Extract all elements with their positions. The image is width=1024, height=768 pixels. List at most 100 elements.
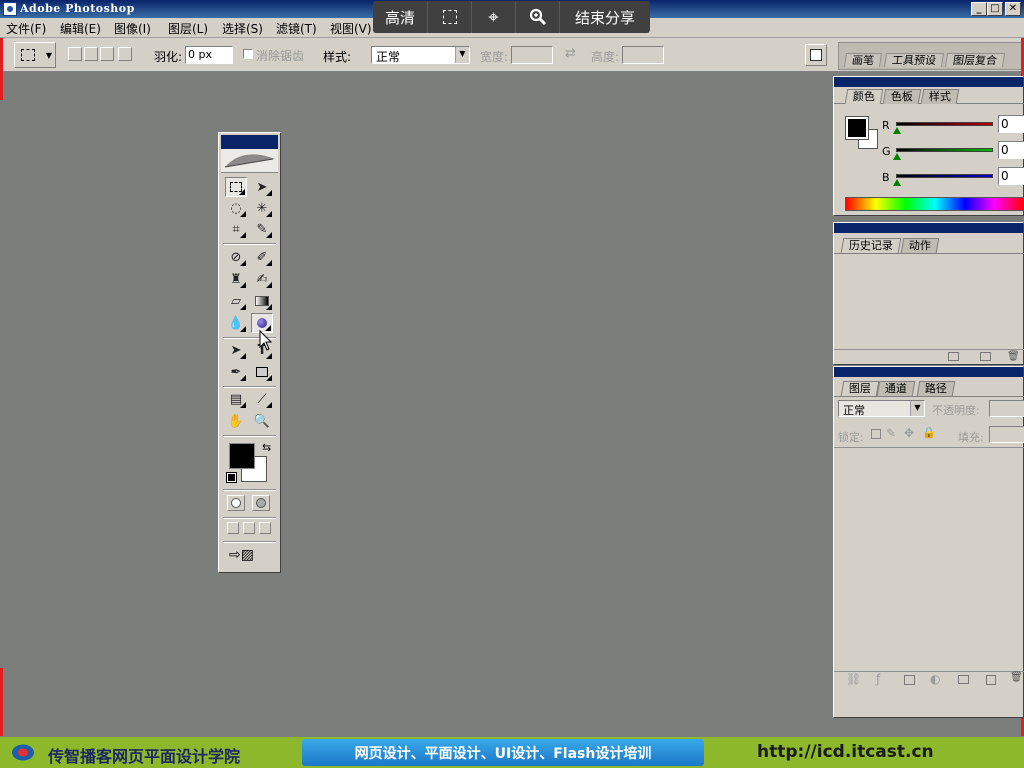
layer-style-icon[interactable]: ƒ	[876, 672, 880, 686]
height-input[interactable]	[622, 46, 664, 64]
standard-mode-button[interactable]	[227, 495, 245, 511]
hand-tool[interactable]: ✋	[225, 411, 247, 431]
feather-logo[interactable]	[221, 149, 278, 173]
menu-layer[interactable]: 图层(L)	[168, 20, 208, 37]
new-document-from-state-icon[interactable]	[948, 352, 959, 361]
rect-marquee-tool[interactable]	[225, 177, 247, 197]
channel-r-thumb[interactable]	[893, 127, 901, 134]
channel-g-slider[interactable]	[896, 148, 993, 152]
well-tab-tool-presets[interactable]: 工具预设	[884, 53, 944, 67]
add-selection-button[interactable]	[84, 47, 98, 61]
adjustment-layer-icon[interactable]: ◐	[930, 672, 940, 686]
menu-image[interactable]: 图像(I)	[114, 20, 151, 37]
new-group-icon[interactable]	[958, 675, 969, 684]
menu-select[interactable]: 选择(S)	[222, 20, 263, 37]
standard-screen-button[interactable]	[227, 522, 239, 534]
tab-color[interactable]: 颜色	[844, 89, 884, 104]
path-selection-tool[interactable]: ➤	[225, 340, 247, 360]
quick-mask-button[interactable]	[252, 495, 270, 511]
tab-swatches[interactable]: 色板	[882, 89, 922, 104]
pen-tool[interactable]: ✒	[225, 362, 247, 382]
imageready-jump-icon[interactable]: ⇨▨	[229, 547, 254, 563]
crop-tool[interactable]: ⌗	[225, 219, 247, 239]
intersect-selection-button[interactable]	[118, 47, 132, 61]
channel-r-slider[interactable]	[896, 122, 993, 126]
trash-icon[interactable]: 🗑	[1010, 672, 1023, 683]
quality-button[interactable]: 高清	[373, 1, 428, 33]
trash-icon[interactable]: 🗑	[1007, 351, 1020, 362]
rectangle-tool[interactable]	[251, 362, 273, 382]
history-panel-title-bar[interactable]	[834, 223, 1023, 233]
channel-b-slider[interactable]	[896, 174, 993, 178]
swap-icon[interactable]: ⇄	[565, 46, 576, 61]
brush-tool[interactable]: ✐	[251, 247, 273, 267]
tab-paths[interactable]: 路径	[916, 381, 956, 396]
channel-b-thumb[interactable]	[893, 179, 901, 186]
default-colors-icon[interactable]	[226, 472, 237, 483]
menu-file[interactable]: 文件(F)	[6, 20, 46, 37]
tab-actions[interactable]: 动作	[900, 238, 940, 253]
fill-input[interactable]	[989, 426, 1024, 443]
opacity-input[interactable]	[989, 400, 1024, 417]
clone-stamp-tool[interactable]: ♜	[225, 269, 247, 289]
lasso-tool[interactable]: ◌	[225, 198, 247, 218]
color-spectrum-ramp[interactable]	[845, 197, 1024, 211]
new-layer-icon[interactable]	[986, 675, 996, 685]
layers-panel-title-bar[interactable]	[834, 367, 1023, 377]
tab-layers[interactable]: 图层	[840, 381, 880, 396]
blend-mode-select[interactable]: 正常 ▼	[838, 400, 925, 417]
zoom-button[interactable]	[516, 1, 560, 33]
new-selection-button[interactable]	[68, 47, 82, 61]
menu-filter[interactable]: 滤镜(T)	[276, 20, 317, 37]
antialias-checkbox[interactable]	[243, 49, 253, 59]
channel-g-input[interactable]: 0	[998, 141, 1024, 159]
lock-paint-icon[interactable]: ✎	[886, 426, 896, 440]
color-panel-title-bar[interactable]	[834, 77, 1023, 87]
swap-colors-icon[interactable]: ⇆	[262, 441, 271, 454]
maximize-button[interactable]: □	[987, 2, 1003, 16]
tab-channels[interactable]: 通道	[876, 381, 916, 396]
move-tool[interactable]: ➤	[251, 177, 273, 197]
eyedropper-tool[interactable]: ⟋	[251, 389, 273, 409]
feather-input[interactable]: 0 px	[185, 46, 233, 64]
full-screen-button[interactable]	[259, 522, 271, 534]
tab-history[interactable]: 历史记录	[840, 238, 902, 253]
lock-all-icon[interactable]: 🔒	[922, 426, 936, 439]
tool-preset-picker[interactable]: ▼	[14, 42, 56, 68]
foreground-swatch[interactable]	[845, 116, 869, 140]
subtract-selection-button[interactable]	[100, 47, 114, 61]
tab-styles[interactable]: 样式	[920, 89, 960, 104]
end-share-button[interactable]: 结束分享	[560, 1, 650, 33]
zoom-tool[interactable]: 🔍	[251, 411, 273, 431]
channel-b-input[interactable]: 0	[998, 167, 1024, 185]
blur-tool[interactable]: 💧	[225, 313, 247, 333]
link-layers-icon[interactable]: ⛓	[846, 672, 861, 686]
toolbox-title-bar[interactable]	[221, 135, 278, 149]
minimize-button[interactable]: _	[971, 2, 987, 16]
close-button[interactable]: ✕	[1005, 2, 1021, 16]
new-snapshot-icon[interactable]	[980, 352, 991, 361]
gradient-tool[interactable]	[251, 291, 273, 311]
menu-view[interactable]: 视图(V)	[330, 20, 372, 37]
full-screen-menu-button[interactable]	[243, 522, 255, 534]
history-brush-tool[interactable]: ✍	[251, 269, 273, 289]
move-button[interactable]: ⌖	[472, 1, 516, 33]
healing-brush-tool[interactable]: ⊘	[225, 247, 247, 267]
lock-move-icon[interactable]: ✥	[904, 426, 914, 440]
channel-g-thumb[interactable]	[893, 153, 901, 160]
region-select-button[interactable]	[428, 1, 472, 33]
style-select[interactable]: 正常 ▼	[371, 46, 470, 64]
channel-r-input[interactable]: 0	[998, 115, 1024, 133]
menu-edit[interactable]: 编辑(E)	[60, 20, 101, 37]
foreground-color-swatch[interactable]	[229, 443, 255, 469]
file-browser-button[interactable]	[805, 44, 827, 66]
magic-wand-tool[interactable]: ✳	[251, 198, 273, 218]
slice-tool[interactable]: ✎	[251, 219, 273, 239]
notes-tool[interactable]: ▤	[225, 389, 247, 409]
width-input[interactable]	[511, 46, 553, 64]
website-link[interactable]: http://icd.itcast.cn	[757, 742, 934, 762]
lock-transparency-icon[interactable]	[871, 429, 881, 439]
well-tab-brushes[interactable]: 画笔	[844, 53, 882, 67]
eraser-tool[interactable]: ▱	[225, 291, 247, 311]
well-tab-layer-comps[interactable]: 图层复合	[945, 53, 1005, 67]
